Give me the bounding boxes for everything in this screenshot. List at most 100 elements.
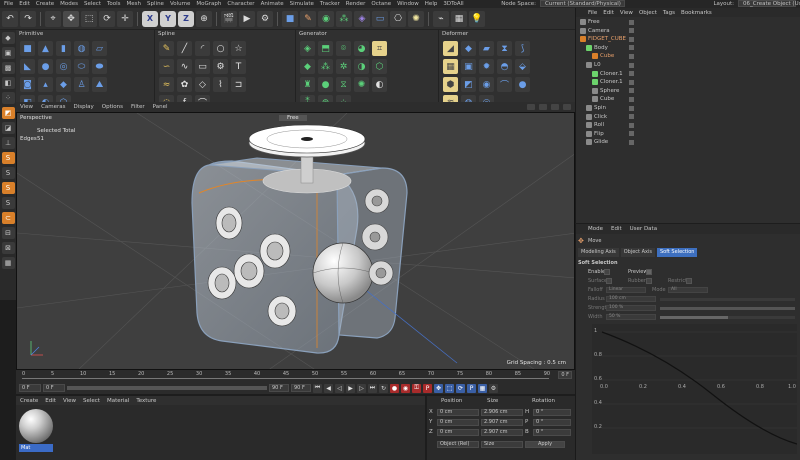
size-mode-select[interactable]: Size bbox=[481, 440, 523, 448]
obj-menu-edit[interactable]: Edit bbox=[603, 10, 614, 16]
object-row[interactable]: Cloner.1 bbox=[576, 78, 800, 86]
object-row[interactable]: Free bbox=[576, 18, 800, 26]
visibility-toggle[interactable] bbox=[629, 122, 634, 128]
star-spline-icon[interactable]: ☆ bbox=[231, 41, 246, 56]
vp-menu-view[interactable]: View bbox=[20, 104, 33, 110]
four-side-icon[interactable]: ◇ bbox=[195, 77, 210, 92]
zoom-icon[interactable] bbox=[539, 104, 547, 110]
obj-menu-file[interactable]: File bbox=[588, 10, 597, 16]
melt-icon[interactable]: ◓ bbox=[497, 59, 512, 74]
object-row[interactable]: FIDGET_CUBE bbox=[576, 35, 800, 43]
disc-icon[interactable]: ◍ bbox=[74, 41, 89, 56]
polygons-mode-icon[interactable]: ◪ bbox=[1, 122, 15, 134]
model-mode-icon[interactable]: ▣ bbox=[1, 47, 15, 59]
render-view-icon[interactable]: 🎬 bbox=[221, 10, 237, 27]
mat-menu-create[interactable]: Create bbox=[20, 398, 38, 404]
param-key-icon[interactable]: P bbox=[467, 383, 476, 393]
cissoid-icon[interactable]: ∿ bbox=[177, 59, 192, 74]
menu-tracker[interactable]: Tracker bbox=[320, 1, 340, 7]
obj-menu-tags[interactable]: Tags bbox=[663, 10, 675, 16]
rubber-checkbox[interactable] bbox=[646, 278, 652, 284]
plane-icon[interactable]: ▱ bbox=[92, 41, 107, 56]
shatter-icon[interactable]: ⬙ bbox=[515, 59, 530, 74]
floor-icon[interactable]: ▭ bbox=[372, 10, 388, 27]
visibility-toggle[interactable] bbox=[629, 105, 634, 111]
arc-icon[interactable]: ◜ bbox=[195, 41, 210, 56]
bend-icon[interactable]: ◢ bbox=[443, 41, 458, 56]
max-frame-field[interactable]: 90 F bbox=[291, 384, 311, 392]
position-key-icon[interactable]: ✥ bbox=[434, 383, 443, 393]
connect-icon[interactable]: ⬡ bbox=[372, 59, 387, 74]
menu-volume[interactable]: Volume bbox=[170, 1, 190, 7]
axis-mode-icon[interactable]: ⊥ bbox=[1, 137, 15, 149]
sweep-icon[interactable]: ⌗ bbox=[372, 41, 387, 56]
cylinder-icon[interactable]: ▮ bbox=[56, 41, 71, 56]
scale-tool-icon[interactable]: ⬚ bbox=[81, 10, 97, 27]
pen-tool-icon[interactable]: ✎ bbox=[300, 10, 316, 27]
go-to-end-icon[interactable]: ⏭ bbox=[368, 383, 377, 393]
pyramid-icon[interactable]: ▴ bbox=[38, 77, 53, 92]
rotate-tool-icon[interactable]: ⟳ bbox=[99, 10, 115, 27]
array-icon[interactable]: ⁂ bbox=[318, 59, 333, 74]
visibility-toggle[interactable] bbox=[629, 53, 634, 59]
camera-icon[interactable]: ⎔ bbox=[390, 10, 406, 27]
object-row[interactable]: L0 bbox=[576, 61, 800, 69]
torus-icon[interactable]: ◎ bbox=[56, 59, 71, 74]
pla-key-icon[interactable]: ▦ bbox=[478, 383, 487, 393]
correction-icon[interactable]: ◩ bbox=[461, 77, 476, 92]
pan-icon[interactable] bbox=[527, 104, 535, 110]
position-x-field[interactable]: 0 cm bbox=[437, 408, 479, 416]
visibility-toggle[interactable] bbox=[629, 71, 634, 77]
frame-field[interactable]: 0 F bbox=[19, 384, 41, 392]
menu-mograph[interactable]: MoGraph bbox=[196, 1, 221, 7]
snap-icon[interactable]: ⌁ bbox=[433, 10, 449, 27]
visibility-toggle[interactable] bbox=[629, 139, 634, 145]
end-frame-field[interactable]: 90 F bbox=[269, 384, 289, 392]
visibility-toggle[interactable] bbox=[629, 36, 634, 42]
recent-tools-icon[interactable]: ✛ bbox=[117, 10, 133, 27]
width-field[interactable]: 50 % bbox=[606, 314, 656, 320]
menu-octane[interactable]: Octane bbox=[371, 1, 391, 7]
apply-button[interactable]: Apply bbox=[525, 440, 565, 448]
menu-window[interactable]: Window bbox=[397, 1, 419, 7]
oil-tank-icon[interactable]: ⬬ bbox=[92, 59, 107, 74]
attr-menu-edit[interactable]: Edit bbox=[611, 226, 622, 232]
timeline-settings-icon[interactable]: ⚙ bbox=[489, 383, 498, 393]
render-picture-icon[interactable]: ▶ bbox=[239, 10, 255, 27]
symmetry-icon[interactable]: ⧖ bbox=[336, 77, 351, 92]
bulge-icon[interactable]: ◆ bbox=[461, 41, 476, 56]
attr-menu-userdata[interactable]: User Data bbox=[630, 226, 657, 232]
subdivision-surface-icon[interactable]: ◈ bbox=[300, 41, 315, 56]
spherify-icon[interactable]: ● bbox=[515, 77, 530, 92]
workplane-icon[interactable]: ▦ bbox=[451, 10, 467, 27]
spline-smooth-icon[interactable]: ∽ bbox=[159, 59, 174, 74]
mat-menu-select[interactable]: Select bbox=[83, 398, 100, 404]
object-row[interactable]: Spin bbox=[576, 104, 800, 112]
rotation-h-field[interactable]: 0 ° bbox=[533, 408, 571, 416]
mode-select[interactable]: All bbox=[668, 287, 708, 293]
visibility-toggle[interactable] bbox=[629, 96, 634, 102]
landscape-icon[interactable]: ⛰ bbox=[92, 77, 107, 92]
object-row[interactable]: Glide bbox=[576, 138, 800, 146]
visibility-toggle[interactable] bbox=[629, 79, 634, 85]
vp-menu-filter[interactable]: Filter bbox=[131, 104, 145, 110]
obj-menu-object[interactable]: Object bbox=[639, 10, 657, 16]
menu-render[interactable]: Render bbox=[346, 1, 366, 7]
restrict-checkbox[interactable] bbox=[686, 278, 692, 284]
workplane-mode-icon[interactable]: ◧ bbox=[1, 77, 15, 89]
menu-modes[interactable]: Modes bbox=[60, 1, 78, 7]
menu-simulate[interactable]: Simulate bbox=[290, 1, 314, 7]
record-icon[interactable]: ● bbox=[390, 383, 399, 393]
grid-icon[interactable]: ▦ bbox=[1, 257, 15, 269]
object-row[interactable]: Flip bbox=[576, 130, 800, 138]
snapping-icon[interactable]: S bbox=[1, 167, 15, 179]
obj-menu-view[interactable]: View bbox=[620, 10, 633, 16]
visibility-toggle[interactable] bbox=[629, 45, 634, 51]
object-row[interactable]: Body bbox=[576, 44, 800, 52]
camera-mode-select[interactable]: Free bbox=[279, 115, 307, 121]
size-x-field[interactable]: 2.906 cm bbox=[481, 408, 523, 416]
mat-menu-material[interactable]: Material bbox=[107, 398, 129, 404]
profile-icon[interactable]: ⊐ bbox=[231, 77, 246, 92]
menu-help[interactable]: Help bbox=[425, 1, 438, 7]
light-icon[interactable]: ✺ bbox=[408, 10, 424, 27]
